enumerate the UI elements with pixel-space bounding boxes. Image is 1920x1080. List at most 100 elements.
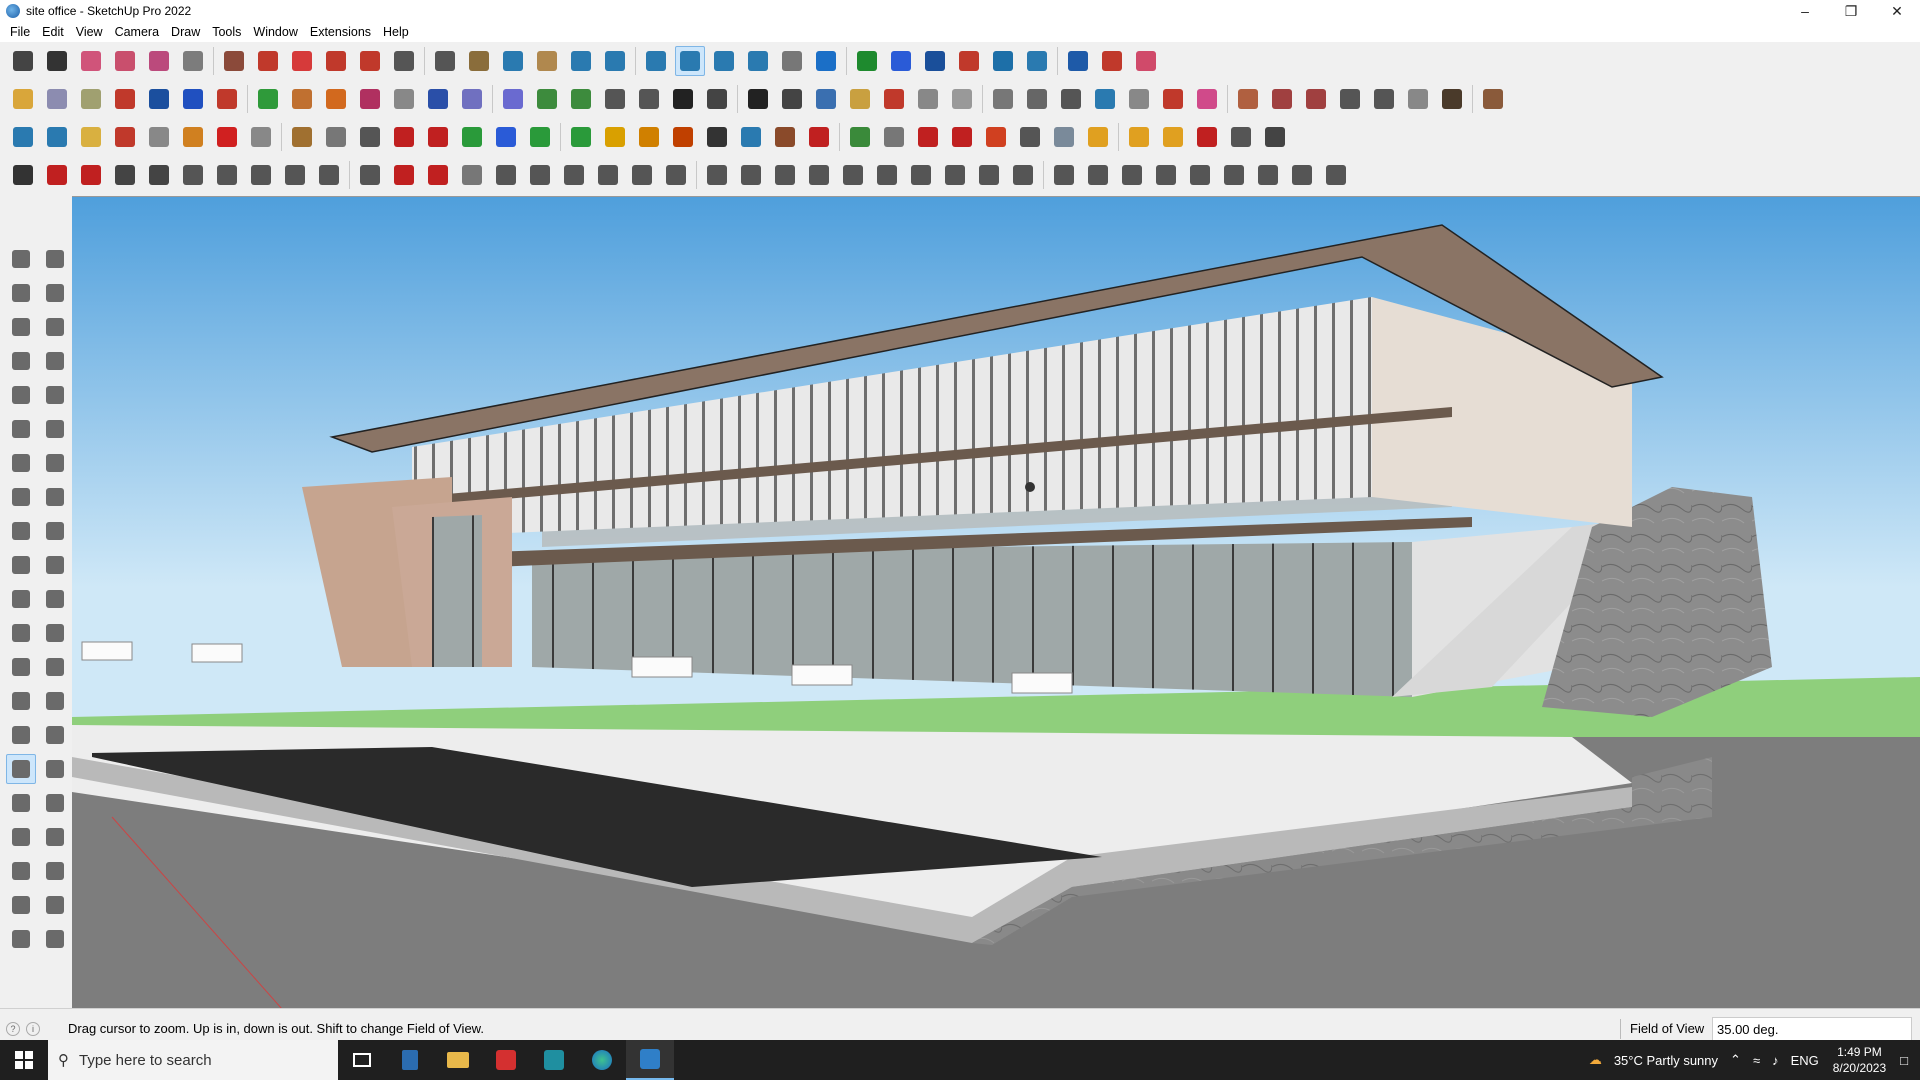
sandbox-tool-button[interactable]	[491, 160, 521, 190]
menu-view[interactable]: View	[70, 22, 109, 42]
standard-tool-button[interactable]	[988, 46, 1018, 76]
standard-tool-button[interactable]	[1131, 46, 1161, 76]
language-indicator[interactable]: ENG	[1791, 1053, 1819, 1068]
sandbox-tool-button[interactable]	[178, 160, 208, 190]
views-tool-button[interactable]	[988, 84, 1018, 114]
extensions-tool-button[interactable]	[321, 122, 351, 152]
sandbox-tool-button[interactable]	[838, 160, 868, 190]
extensions-tool-button[interactable]	[1083, 122, 1113, 152]
wifi-icon[interactable]: ≈	[1753, 1053, 1760, 1068]
sandbox-tool-button[interactable]	[1321, 160, 1351, 190]
extensions-tool-button[interactable]	[1158, 122, 1188, 152]
sandbox-tool-button[interactable]	[212, 160, 242, 190]
views-tool-button[interactable]	[76, 84, 106, 114]
standard-tool-button[interactable]	[287, 46, 317, 76]
views-tool-button[interactable]	[1090, 84, 1120, 114]
text-tool-button[interactable]	[40, 652, 70, 682]
extensions-tool-button[interactable]	[913, 122, 943, 152]
extensions-tool-button[interactable]	[42, 122, 72, 152]
sandbox-tool-button[interactable]	[1083, 160, 1113, 190]
standard-tool-button[interactable]	[743, 46, 773, 76]
sandbox-tool-button[interactable]	[1219, 160, 1249, 190]
extensions-tool-button[interactable]	[287, 122, 317, 152]
sandbox-tool-button[interactable]	[804, 160, 834, 190]
standard-tool-button[interactable]	[219, 46, 249, 76]
2pt-arc-tool-button[interactable]	[40, 448, 70, 478]
sandbox-tool-button[interactable]	[736, 160, 766, 190]
views-tool-button[interactable]	[702, 84, 732, 114]
sandbox-tool-button[interactable]	[1008, 160, 1038, 190]
extensions-tool-button[interactable]	[491, 122, 521, 152]
views-tool-button[interactable]	[110, 84, 140, 114]
taskbar-edge[interactable]	[578, 1040, 626, 1080]
sandbox-tool-button[interactable]	[1049, 160, 1079, 190]
sandbox-tool-button[interactable]	[8, 160, 38, 190]
views-tool-button[interactable]	[1403, 84, 1433, 114]
extensions-tool-button[interactable]	[457, 122, 487, 152]
rotate-tool-button[interactable]	[6, 550, 36, 580]
views-tool-button[interactable]	[212, 84, 242, 114]
extensions-tool-button[interactable]	[423, 122, 453, 152]
extensions-tool-button[interactable]	[144, 122, 174, 152]
standard-tool-button[interactable]	[1063, 46, 1093, 76]
views-tool-button[interactable]	[42, 84, 72, 114]
views-tool-button[interactable]	[879, 84, 909, 114]
standard-tool-button[interactable]	[709, 46, 739, 76]
standard-tool-button[interactable]	[178, 46, 208, 76]
views-tool-button[interactable]	[144, 84, 174, 114]
tray-chevron-icon[interactable]: ⌃	[1730, 1052, 1741, 1068]
standard-tool-button[interactable]	[498, 46, 528, 76]
notifications-icon[interactable]: □	[1900, 1053, 1908, 1068]
views-tool-button[interactable]	[1437, 84, 1467, 114]
task-view-button[interactable]	[338, 1040, 386, 1080]
orbit-tool-button[interactable]	[40, 244, 70, 274]
sandbox-tool-button[interactable]	[593, 160, 623, 190]
measurements-box[interactable]: 35.00 deg.	[1712, 1017, 1912, 1041]
clock[interactable]: 1:49 PM 8/20/2023	[1833, 1044, 1886, 1076]
views-tool-button[interactable]	[566, 84, 596, 114]
weather-text[interactable]: 35°C Partly sunny	[1614, 1053, 1718, 1068]
push-pull-tool-button[interactable]	[40, 516, 70, 546]
views-tool-button[interactable]	[634, 84, 664, 114]
views-tool-button[interactable]	[8, 84, 38, 114]
sandbox-tool-button[interactable]	[1151, 160, 1181, 190]
extensions-tool-button[interactable]	[1192, 122, 1222, 152]
views-tool-button[interactable]	[253, 84, 283, 114]
extensions-tool-button[interactable]	[981, 122, 1011, 152]
views-tool-button[interactable]	[1158, 84, 1188, 114]
views-tool-button[interactable]	[777, 84, 807, 114]
menu-camera[interactable]: Camera	[109, 22, 165, 42]
views-tool-button[interactable]	[1369, 84, 1399, 114]
views-tool-button[interactable]	[1233, 84, 1263, 114]
standard-tool-button[interactable]	[253, 46, 283, 76]
standard-tool-button[interactable]	[852, 46, 882, 76]
dimension-tool-button[interactable]	[40, 618, 70, 648]
views-tool-button[interactable]	[743, 84, 773, 114]
standard-tool-button[interactable]	[321, 46, 351, 76]
taskbar-sketchup[interactable]	[626, 1040, 674, 1080]
standard-tool-button[interactable]	[355, 46, 385, 76]
pie-tool-button[interactable]	[40, 482, 70, 512]
zoom-tool-button[interactable]	[6, 754, 36, 784]
views-tool-button[interactable]	[1056, 84, 1086, 114]
taskbar-search[interactable]: ⚲ Type here to search	[48, 1040, 338, 1080]
zoom-extents-tool-button[interactable]	[6, 788, 36, 818]
geo-location-icon[interactable]: ?	[6, 1021, 20, 1036]
sandbox-tool-button[interactable]	[525, 160, 555, 190]
standard-tool-button[interactable]	[430, 46, 460, 76]
standard-tool-button[interactable]	[464, 46, 494, 76]
menu-file[interactable]: File	[4, 22, 36, 42]
scale-tool-button[interactable]	[6, 584, 36, 614]
follow-me-tool-button[interactable]	[40, 550, 70, 580]
extensions-tool-button[interactable]	[1015, 122, 1045, 152]
volume-icon[interactable]: ♪	[1772, 1053, 1779, 1068]
extensions-tool-button[interactable]	[178, 122, 208, 152]
views-tool-button[interactable]	[287, 84, 317, 114]
extensions-tool-button[interactable]	[736, 122, 766, 152]
views-tool-button[interactable]	[1192, 84, 1222, 114]
views-tool-button[interactable]	[498, 84, 528, 114]
sandbox-tool-button[interactable]	[906, 160, 936, 190]
sandbox-tool-button[interactable]	[42, 160, 72, 190]
arc-tool-button[interactable]	[6, 448, 36, 478]
zoom-window-tool-button[interactable]	[40, 754, 70, 784]
